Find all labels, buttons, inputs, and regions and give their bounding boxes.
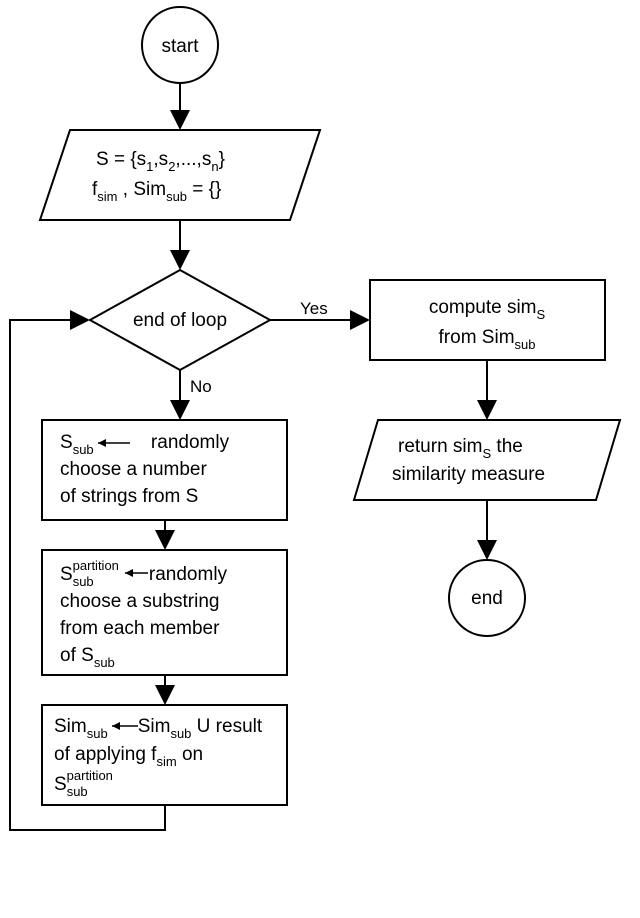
decision-label: end of loop <box>133 310 227 331</box>
input-node <box>40 130 320 220</box>
proc2-line2: choose a substring <box>60 591 220 612</box>
no-label: No <box>190 377 212 396</box>
yes-label: Yes <box>300 299 328 318</box>
proc2-line3: from each member <box>60 618 220 639</box>
proc1-line3: of strings from S <box>60 486 198 507</box>
proc1-line2: choose a number <box>60 459 207 480</box>
start-label: start <box>162 36 200 57</box>
end-label: end <box>471 588 503 609</box>
compute-node <box>370 280 605 360</box>
return-line2: similarity measure <box>392 464 545 485</box>
